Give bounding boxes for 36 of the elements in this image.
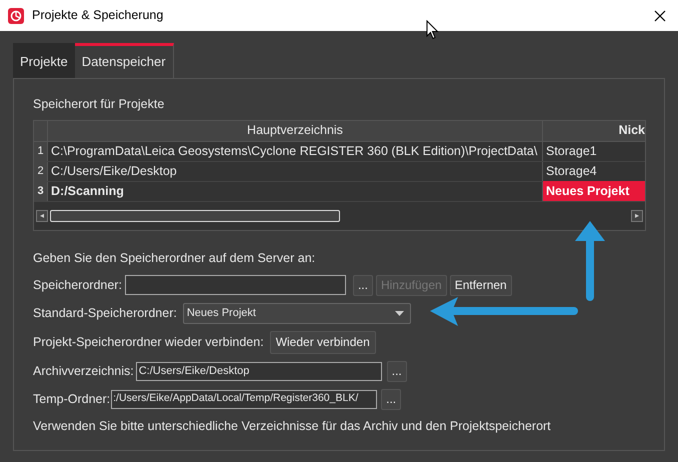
row-number: 1 xyxy=(34,142,48,161)
section-label: Speicherort für Projekte xyxy=(33,96,166,113)
table-cell[interactable]: Storage1 xyxy=(543,141,645,162)
close-icon[interactable] xyxy=(654,10,666,22)
field-label: Temp-Ordner: xyxy=(33,390,110,408)
table-cell[interactable]: C:/Users/Eike/Desktop xyxy=(48,162,543,181)
scroll-right-button[interactable]: ▸ xyxy=(631,210,643,222)
table-cell[interactable]: Storage4 xyxy=(543,161,645,182)
scroll-left-button[interactable]: ◂ xyxy=(36,210,48,222)
hint-text: Geben Sie den Speicherordner auf dem Server an: xyxy=(33,250,316,267)
window-title: Projekte & Speicherung xyxy=(32,7,164,24)
field-label: Standard-Speicherordner: xyxy=(33,304,177,322)
input-field[interactable]: C:/Users/Eike/Desktop xyxy=(136,362,382,380)
tab[interactable]: Projekte xyxy=(13,43,75,78)
column-header[interactable]: Hauptverzeichnis xyxy=(48,120,543,141)
remove-button[interactable]: Entfernen xyxy=(450,274,512,296)
table-cell[interactable]: C:\ProgramData\Leica Geosystems\Cyclone REGISTER 360 (BLK Edition)\ProjectData\ xyxy=(48,142,543,161)
browse-button[interactable]: ... xyxy=(352,274,373,296)
field-label: Speicherordner: xyxy=(33,276,122,294)
reconnect-button[interactable]: Wieder verbinden xyxy=(270,330,376,354)
note-text: Verwenden Sie bitte unterschiedliche Verzeichnisse für das Archiv und den Projektspeicherort xyxy=(33,418,552,435)
field-label: Projekt-Speicherordner wieder verbinden: xyxy=(33,334,264,351)
input-field[interactable]: :/Users/Eike/AppData/Local/Temp/Register360_BLK/ xyxy=(111,390,378,408)
app-logo-icon xyxy=(8,8,24,24)
input-field[interactable] xyxy=(124,275,346,295)
caret-icon xyxy=(394,310,404,316)
table-cell[interactable]: Neues Projekt xyxy=(543,181,645,202)
browse-button[interactable]: ... xyxy=(386,360,407,382)
row-number: 3 xyxy=(34,182,48,201)
dropdown[interactable]: Neues Projekt xyxy=(182,302,411,324)
browse-button[interactable]: ... xyxy=(381,388,402,410)
tab[interactable]: Datenspeicher xyxy=(74,43,174,78)
field-label: Archivverzeichnis: xyxy=(33,362,134,380)
column-header[interactable]: Nick xyxy=(543,120,645,141)
row-number: 2 xyxy=(34,162,48,181)
scrollbar-thumb[interactable] xyxy=(50,210,340,222)
